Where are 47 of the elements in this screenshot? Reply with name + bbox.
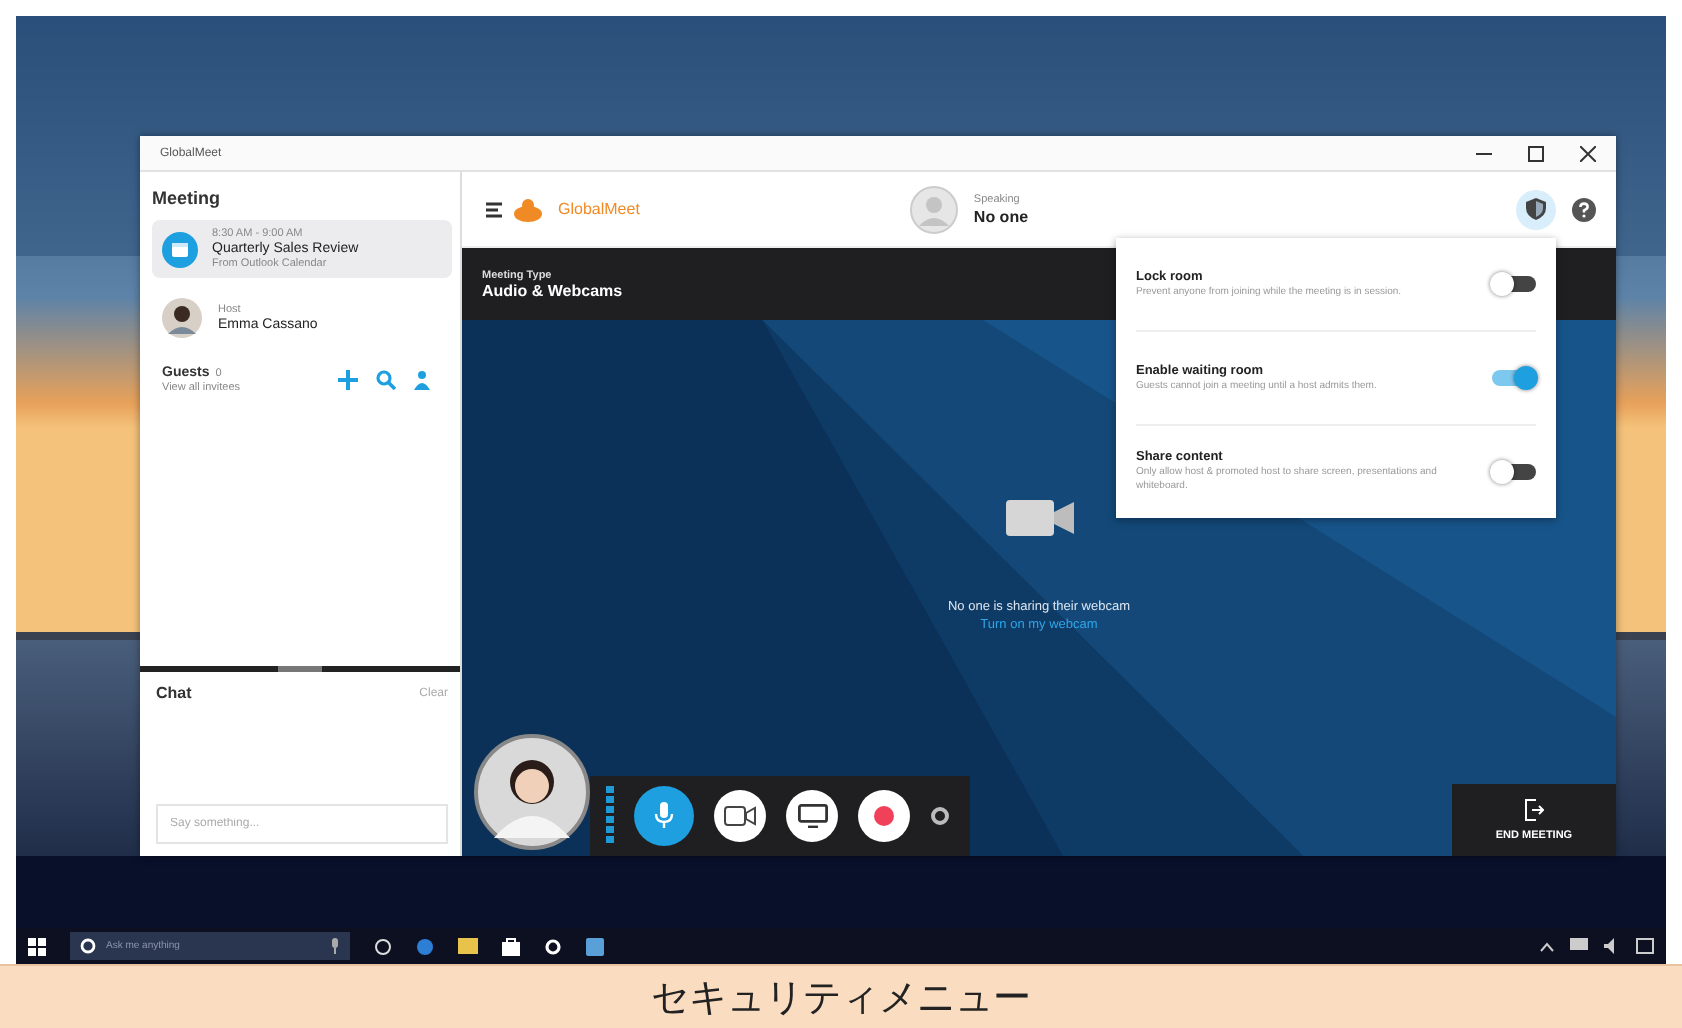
app-icon[interactable]	[586, 937, 604, 955]
network-icon[interactable]	[1570, 938, 1588, 954]
mic-button[interactable]	[634, 786, 694, 846]
resize-handle[interactable]	[278, 666, 322, 672]
caption: セキュリティメニュー	[651, 975, 1031, 1023]
maximize-icon[interactable]	[1528, 145, 1544, 161]
screen-button[interactable]	[786, 790, 838, 842]
microphone-icon	[330, 938, 340, 954]
exit-icon	[1524, 798, 1544, 822]
search-icon[interactable]	[376, 370, 396, 390]
toggle-switch[interactable]	[1492, 464, 1536, 480]
audio-level-icon	[606, 786, 614, 846]
task-view-icon[interactable]	[374, 937, 392, 955]
webcam-icon	[1005, 496, 1073, 540]
toggle-switch[interactable]	[1492, 370, 1536, 386]
avatar-icon	[162, 298, 202, 338]
logo-icon	[514, 197, 542, 221]
speaker-name: No one	[973, 207, 1029, 225]
close-icon[interactable]	[1580, 145, 1596, 161]
cortana-icon	[80, 938, 96, 954]
sidebar-heading: Meeting	[152, 188, 223, 208]
shield-icon	[1526, 198, 1546, 220]
gear-icon[interactable]	[544, 937, 562, 955]
toggle-switch[interactable]	[1492, 276, 1536, 292]
microphone-icon	[654, 802, 674, 830]
store-icon[interactable]	[502, 937, 520, 955]
chevron-up-icon[interactable]	[1540, 941, 1554, 951]
camera-button[interactable]	[714, 790, 766, 842]
avatar-icon	[909, 185, 958, 233]
monitor-icon	[797, 804, 827, 828]
notification-icon[interactable]	[1636, 938, 1654, 954]
logo-text: GlobalMeet	[558, 200, 640, 218]
add-icon[interactable]	[338, 370, 358, 390]
record-icon	[874, 806, 894, 826]
settings-icon[interactable]	[930, 806, 950, 826]
record-button[interactable]	[858, 790, 910, 842]
person-icon[interactable]	[414, 370, 430, 390]
browser-icon[interactable]	[416, 937, 434, 955]
speaker-icon[interactable]	[1604, 938, 1620, 954]
help-icon[interactable]	[1572, 197, 1596, 221]
security-button[interactable]	[1516, 189, 1556, 229]
calendar-icon	[162, 231, 198, 267]
camera-icon	[724, 806, 756, 826]
chat-heading: Chat	[156, 684, 192, 702]
menu-icon[interactable]	[486, 201, 502, 217]
windows-logo-icon[interactable]	[28, 937, 46, 955]
meeting-type-value: Audio & Webcams	[482, 281, 623, 299]
